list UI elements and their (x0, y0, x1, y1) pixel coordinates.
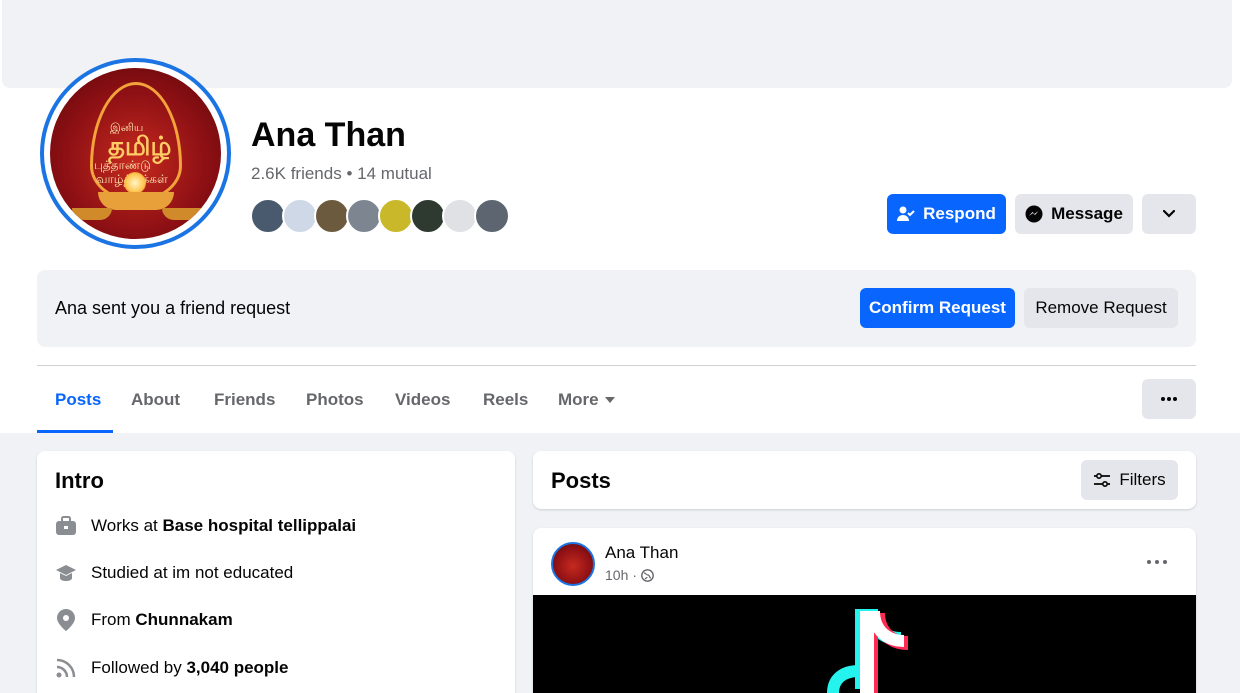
intro-followers: Followed by 3,040 people (55, 656, 289, 680)
intro-work-prefix: Works at (91, 516, 163, 535)
intro-title: Intro (55, 468, 104, 493)
intro-education: Studied at im not educated (55, 561, 293, 585)
briefcase-icon (55, 515, 77, 537)
intro-hometown-text: From Chunnakam (91, 610, 233, 630)
profile-options-button[interactable] (1142, 379, 1196, 419)
friends-summary: 2.6K friends • 14 mutual (251, 164, 432, 184)
filters-button[interactable]: Filters (1081, 460, 1178, 500)
post-author-name[interactable]: Ana Than (605, 543, 678, 563)
remove-request-button[interactable]: Remove Request (1024, 288, 1178, 328)
post-media[interactable] (533, 595, 1196, 693)
intro-card: Intro Works at Base hospital tellippalai… (37, 451, 515, 693)
mutual-friend-avatar[interactable] (346, 198, 382, 234)
post-author-avatar[interactable] (551, 542, 595, 586)
respond-label: Respond (923, 204, 996, 223)
tab-videos[interactable]: Videos (395, 390, 450, 410)
caret-down-icon (604, 397, 615, 403)
tab-more[interactable]: More (558, 390, 615, 410)
mutual-friend-avatar[interactable] (378, 198, 414, 234)
intro-work: Works at Base hospital tellippalai (55, 514, 356, 538)
mutual-friend-avatar[interactable] (282, 198, 318, 234)
profile-avatar[interactable]: இனிய தமிழ் புத்தாண்டு வாழ்த்துக்கள் (40, 58, 231, 249)
messenger-icon (1025, 205, 1043, 223)
intro-hometown: From Chunnakam (55, 608, 233, 632)
graduation-cap-icon (55, 562, 77, 584)
intro-work-text: Works at Base hospital tellippalai (91, 516, 356, 536)
intro-followed-prefix: Followed by (91, 658, 187, 677)
friend-request-message: Ana sent you a friend request (55, 298, 291, 318)
ellipsis-icon (1161, 397, 1177, 401)
post-card: Ana Than 10h · (533, 528, 1196, 693)
tiktok-logo-icon (827, 608, 909, 693)
message-button[interactable]: Message (1015, 194, 1133, 234)
rss-feed-icon (55, 657, 77, 679)
tab-about[interactable]: About (131, 390, 180, 410)
intro-followed-count[interactable]: 3,040 people (186, 658, 288, 677)
tab-photos[interactable]: Photos (306, 390, 364, 410)
post-options-button[interactable] (1147, 556, 1171, 568)
lamp-left-graphic (72, 208, 112, 220)
intro-education-text: Studied at im not educated (91, 563, 294, 582)
chevron-down-icon (1163, 210, 1175, 218)
mutual-friend-avatar[interactable] (314, 198, 350, 234)
friends-separator: • (346, 164, 353, 183)
post-meta: 10h · (605, 567, 654, 583)
remove-request-label: Remove Request (1035, 298, 1167, 317)
confirm-request-label: Confirm Request (869, 298, 1006, 317)
intro-from-place[interactable]: Chunnakam (135, 610, 232, 629)
intro-followers-text: Followed by 3,040 people (91, 658, 289, 678)
filters-icon (1093, 473, 1111, 487)
location-pin-icon (55, 609, 77, 631)
mutual-friend-avatar[interactable] (474, 198, 510, 234)
more-actions-button[interactable] (1142, 194, 1196, 234)
posts-title: Posts (551, 468, 611, 493)
message-label: Message (1051, 204, 1123, 223)
globe-icon (641, 568, 654, 582)
confirm-request-button[interactable]: Confirm Request (860, 288, 1015, 328)
friends-count[interactable]: 2.6K friends (251, 164, 342, 183)
header-divider (37, 365, 1196, 366)
mutual-friend-avatar[interactable] (410, 198, 446, 234)
respond-button[interactable]: Respond (887, 194, 1006, 234)
mutual-count[interactable]: 14 mutual (357, 164, 432, 183)
tab-posts[interactable]: Posts (55, 390, 101, 410)
tab-friends[interactable]: Friends (214, 390, 275, 410)
intro-from-prefix: From (91, 610, 136, 629)
ellipsis-icon (1147, 560, 1167, 564)
post-timestamp[interactable]: 10h (605, 567, 628, 583)
active-tab-indicator (37, 430, 113, 433)
tab-more-label: More (558, 390, 599, 409)
mutual-friend-avatar[interactable] (442, 198, 478, 234)
friend-request-banner: Ana sent you a friend request Confirm Re… (37, 270, 1196, 347)
person-check-icon (897, 206, 915, 222)
lamp-glow (124, 172, 146, 194)
intro-work-place[interactable]: Base hospital tellippalai (162, 516, 356, 535)
lamp-right-graphic (162, 208, 202, 220)
tab-reels[interactable]: Reels (483, 390, 528, 410)
mutual-friend-avatar[interactable] (250, 198, 286, 234)
profile-name: Ana Than (251, 116, 406, 154)
post-meta-separator: · (632, 567, 638, 583)
posts-header-card: Posts Filters (533, 451, 1196, 509)
filters-label: Filters (1119, 470, 1166, 489)
avatar-image: இனிய தமிழ் புத்தாண்டு வாழ்த்துக்கள் (50, 68, 221, 239)
